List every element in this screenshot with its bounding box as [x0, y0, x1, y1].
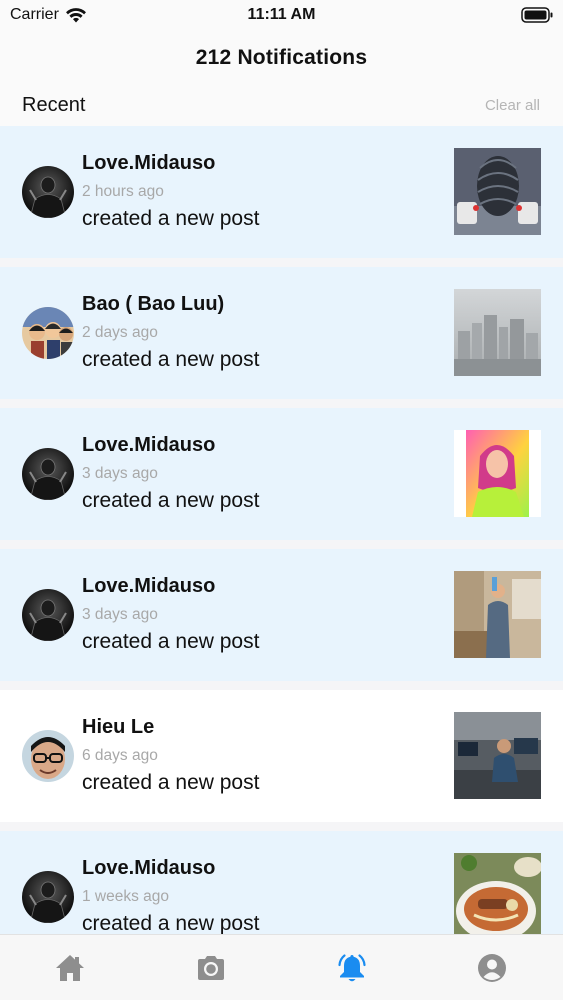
- notification-item[interactable]: Bao ( Bao Luu) 2 days ago created a new …: [0, 267, 563, 399]
- post-thumbnail[interactable]: [454, 853, 541, 934]
- user-avatar[interactable]: [22, 730, 74, 782]
- user-avatar[interactable]: [22, 589, 74, 641]
- notification-item[interactable]: Love.Midauso 3 days ago created a new po…: [0, 408, 563, 540]
- post-thumbnail[interactable]: [454, 571, 541, 658]
- profile-icon: [478, 954, 506, 982]
- notification-time: 3 days ago: [82, 606, 158, 623]
- notification-message: created a new post: [82, 630, 260, 653]
- notification-item[interactable]: Love.Midauso 2 hours ago created a new p…: [0, 126, 563, 258]
- notifications-header: 212 Notifications Recent Clear all: [0, 30, 563, 126]
- user-avatar[interactable]: [22, 448, 74, 500]
- notification-item[interactable]: Hieu Le 6 days ago created a new post: [0, 690, 563, 822]
- section-label-recent: Recent: [22, 94, 86, 116]
- post-thumbnail[interactable]: [454, 430, 541, 517]
- user-name[interactable]: Hieu Le: [82, 716, 154, 739]
- bottom-tab-bar: [0, 934, 563, 1000]
- tab-camera[interactable]: [194, 951, 228, 985]
- camera-icon: [198, 956, 224, 980]
- user-avatar[interactable]: [22, 166, 74, 218]
- notification-message: created a new post: [82, 771, 260, 794]
- tab-home[interactable]: [53, 951, 87, 985]
- home-icon: [56, 955, 84, 981]
- bell-icon: [338, 954, 366, 982]
- user-name[interactable]: Love.Midauso: [82, 857, 215, 880]
- notification-message: created a new post: [82, 207, 260, 230]
- tab-notifications[interactable]: [335, 951, 369, 985]
- notification-item[interactable]: Love.Midauso 1 weeks ago created a new p…: [0, 831, 563, 934]
- tab-profile[interactable]: [475, 951, 509, 985]
- user-name[interactable]: Love.Midauso: [82, 575, 215, 598]
- user-name[interactable]: Bao ( Bao Luu): [82, 293, 224, 316]
- notification-list[interactable]: Love.Midauso 2 hours ago created a new p…: [0, 126, 563, 934]
- user-avatar[interactable]: [22, 871, 74, 923]
- status-time: 11:11 AM: [247, 6, 316, 23]
- notification-message: created a new post: [82, 489, 260, 512]
- notification-message: created a new post: [82, 348, 260, 371]
- user-name[interactable]: Love.Midauso: [82, 152, 215, 175]
- clear-all-button[interactable]: Clear all: [485, 97, 540, 114]
- notification-time: 1 weeks ago: [82, 888, 170, 905]
- notification-item[interactable]: Love.Midauso 3 days ago created a new po…: [0, 549, 563, 681]
- notification-message: created a new post: [82, 912, 260, 934]
- notification-time: 2 days ago: [82, 324, 158, 341]
- notification-time: 6 days ago: [82, 747, 158, 764]
- status-bar: Carrier 11:11 AM: [0, 0, 563, 30]
- post-thumbnail[interactable]: [454, 289, 541, 376]
- battery-icon: [521, 7, 553, 23]
- user-name[interactable]: Love.Midauso: [82, 434, 215, 457]
- user-avatar[interactable]: [22, 307, 74, 359]
- post-thumbnail[interactable]: [454, 148, 541, 235]
- post-thumbnail[interactable]: [454, 712, 541, 799]
- page-title: 212 Notifications: [195, 46, 368, 69]
- notification-time: 2 hours ago: [82, 183, 164, 200]
- notification-time: 3 days ago: [82, 465, 158, 482]
